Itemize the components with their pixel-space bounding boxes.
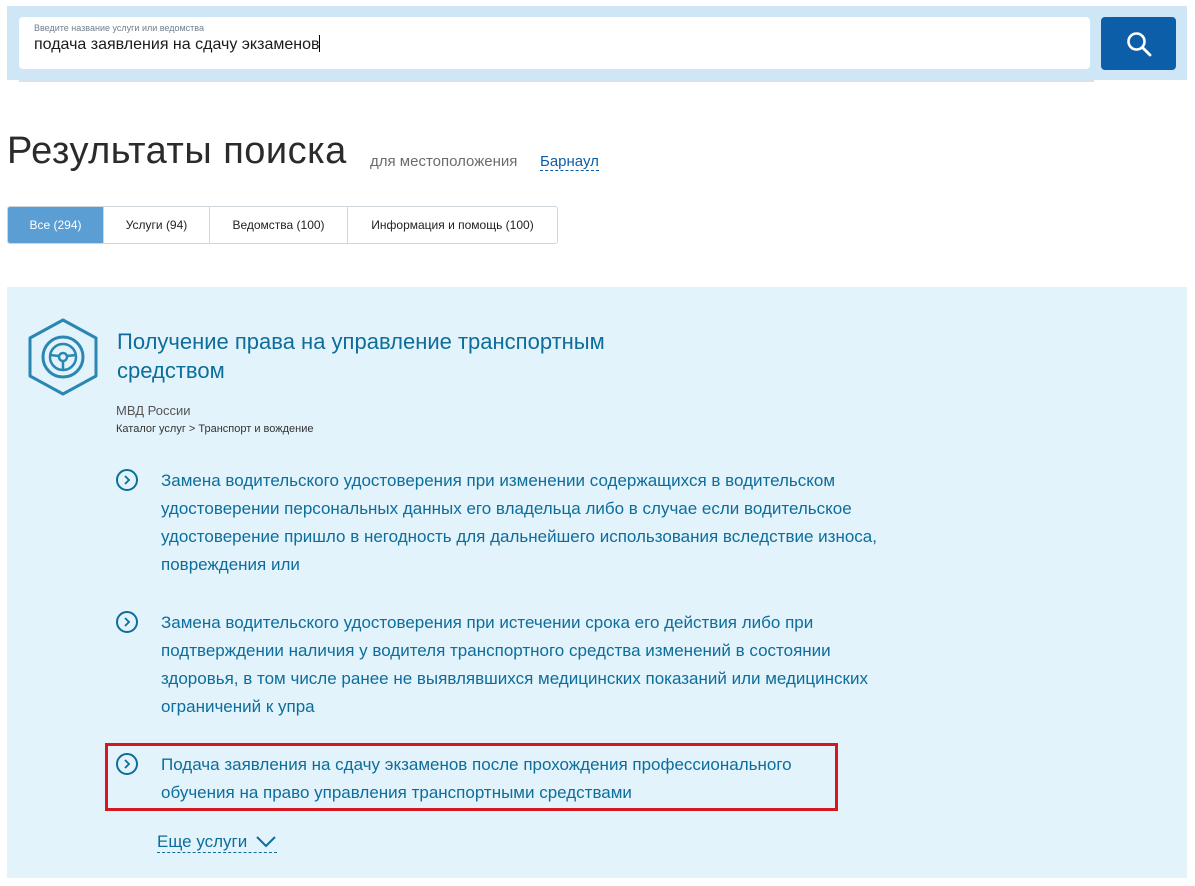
sub-service-text: Подача заявления на сдачу экзаменов посл… [161,755,792,802]
sub-service-item[interactable]: Замена водительского удостоверения при и… [116,611,896,716]
chevron-right-icon [116,469,138,491]
chevron-right-icon [116,611,138,633]
breadcrumb: Каталог услуг > Транспорт и вождение [116,423,314,435]
tab-all[interactable]: Все (294) [8,207,103,243]
steering-wheel-icon [28,318,98,396]
search-input[interactable]: Введите название услуги или ведомства по… [19,17,1090,69]
search-button[interactable] [1101,17,1176,70]
search-icon [1126,31,1151,56]
more-services-link[interactable]: Еще услуги [157,832,278,853]
chevron-right-icon [116,753,138,775]
location-link[interactable]: Барнаул [540,153,599,171]
search-bar: Введите название услуги или ведомства по… [7,6,1187,80]
department-name: МВД России [116,403,191,418]
sub-service-item[interactable]: Замена водительского удостоверения при и… [116,469,896,574]
text-caret [319,35,321,52]
tab-departments[interactable]: Ведомства (100) [209,207,347,243]
more-services-label: Еще услуги [157,832,248,851]
search-hint: Введите название услуги или ведомства [34,23,204,33]
page-title: Результаты поиска [7,130,347,172]
result-tabs: Все (294) Услуги (94) Ведомства (100) Ин… [7,206,558,244]
chevron-down-icon [256,836,276,848]
sub-service-text: Замена водительского удостоверения при и… [161,613,868,716]
sub-service-text: Замена водительского удостоверения при и… [161,471,877,574]
search-value: подача заявления на сдачу экзаменов [34,35,321,53]
sub-service-item-highlighted[interactable]: Подача заявления на сдачу экзаменов посл… [116,753,896,809]
search-divider [19,80,1094,82]
result-card: Получение права на управление транспортн… [7,287,1187,878]
location-label: для местоположения [370,153,518,170]
tab-services[interactable]: Услуги (94) [103,207,209,243]
service-title-link[interactable]: Получение права на управление транспортн… [117,327,677,385]
tab-info-help[interactable]: Информация и помощь (100) [347,207,557,243]
